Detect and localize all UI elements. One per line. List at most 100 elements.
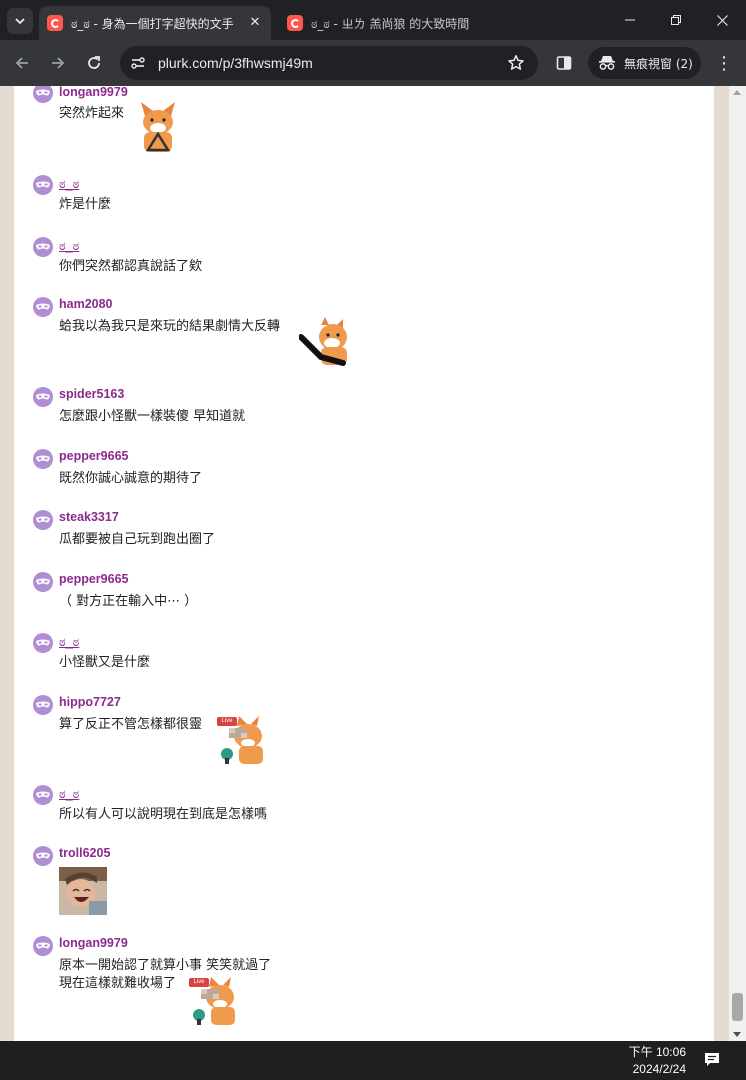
live-badge: Live xyxy=(189,978,209,987)
response-text: 你們突然都認真說話了欸 xyxy=(59,259,203,274)
response-username[interactable]: longan9979 xyxy=(59,86,128,100)
plurk-mask-icon xyxy=(36,89,50,96)
response-username[interactable]: steak3317 xyxy=(59,510,119,525)
response-username[interactable]: ham2080 xyxy=(59,297,113,312)
avatar[interactable] xyxy=(33,510,53,530)
clock-time: 下午 10:06 xyxy=(628,1045,686,1059)
plurk-mask-icon xyxy=(36,516,50,523)
plurk-mask-icon xyxy=(36,303,50,310)
close-icon xyxy=(716,14,728,26)
response-text-line2: 現在這樣就難收場了 xyxy=(59,976,177,991)
tab-inactive[interactable]: ಠ_ಠ - ㄓㄌ 羔尚狼 的大致時間 xyxy=(279,6,511,40)
tab-strip: ಠ_ಠ - 身為一個打字超快的文手 ✕ ಠ_ಠ - ㄓㄌ 羔尚狼 的大致時間 xyxy=(0,0,746,40)
tab-title: ಠ_ಠ - ㄓㄌ 羔尚狼 的大致時間 xyxy=(311,16,470,31)
plurk-mask-icon xyxy=(36,243,50,250)
response-username[interactable]: hippo7727 xyxy=(59,695,121,710)
avatar[interactable] xyxy=(33,785,53,805)
forward-button[interactable] xyxy=(44,49,72,77)
minimize-button[interactable] xyxy=(607,0,653,40)
laughing-photo[interactable] xyxy=(59,867,107,919)
plurk-mask-icon xyxy=(36,181,50,188)
plurk-favicon-icon xyxy=(287,15,303,31)
address-bar[interactable]: plurk.com/p/3fhwsmj49m xyxy=(120,46,538,80)
response-text: 炸是什麼 xyxy=(59,197,112,212)
avatar[interactable] xyxy=(33,297,53,317)
live-badge: Live xyxy=(217,717,237,726)
scrollbar-thumb[interactable] xyxy=(732,993,743,1021)
side-panel-button[interactable] xyxy=(552,52,576,74)
tab-active[interactable]: ಠ_ಠ - 身為一個打字超快的文手 ✕ xyxy=(39,6,271,40)
response-username[interactable]: ಠ_ಠ xyxy=(59,787,79,802)
system-clock[interactable]: 下午 10:06 2024/2/24 xyxy=(629,1044,686,1078)
restore-icon xyxy=(671,15,681,25)
site-info-icon[interactable] xyxy=(126,51,150,75)
page-viewport: longan9979 突然炸起來 ಠ_ಠ 炸是什麼 ಠ_ಠ 你們突然都認真說話了… xyxy=(0,86,746,1041)
response-username[interactable]: spider5163 xyxy=(59,387,124,402)
response-username[interactable]: ಠ_ಠ xyxy=(59,635,79,650)
plurk-mask-icon xyxy=(36,393,50,400)
response-text: （ 對方正在輸入中⋯ ） xyxy=(59,594,198,609)
page-scrollbar[interactable] xyxy=(729,86,746,1041)
avatar[interactable] xyxy=(33,237,53,257)
avatar[interactable] xyxy=(33,175,53,195)
close-window-button[interactable] xyxy=(699,0,745,40)
response-username[interactable]: pepper9665 xyxy=(59,449,128,464)
plurk-mask-icon xyxy=(36,455,50,462)
avatar[interactable] xyxy=(33,695,53,715)
bookmark-star-icon[interactable] xyxy=(502,49,530,77)
reload-button[interactable] xyxy=(80,49,108,77)
response-username[interactable]: longan9979 xyxy=(59,936,128,951)
url-text[interactable]: plurk.com/p/3fhwsmj49m xyxy=(158,55,502,71)
browser-menu-button[interactable]: ⋮ xyxy=(710,49,738,77)
response-text: 小怪獸又是什麼 xyxy=(59,655,151,670)
notification-icon[interactable] xyxy=(704,1052,720,1068)
plurk-mask-icon xyxy=(36,942,50,949)
plurk-mask-icon xyxy=(36,578,50,585)
response-text: 怎麼跟小怪獸一樣裝傻 早知道就 xyxy=(59,409,246,424)
plurk-mask-icon xyxy=(36,701,50,708)
tab-close-icon[interactable]: ✕ xyxy=(247,15,263,31)
fox-wave-sticker xyxy=(298,317,349,373)
response-text: 突然炸起來 xyxy=(59,106,125,121)
response-text: 所以有人可以說明現在到底是怎樣嗎 xyxy=(59,807,268,822)
response-username[interactable]: pepper9665 xyxy=(59,572,128,587)
windows-taskbar: 下午 10:06 2024/2/24 xyxy=(0,1041,746,1080)
scroll-down-arrow-icon[interactable] xyxy=(733,1032,741,1037)
plurk-mask-icon xyxy=(36,639,50,646)
avatar[interactable] xyxy=(33,936,53,956)
side-panel-icon xyxy=(556,56,572,70)
back-button[interactable] xyxy=(8,49,36,77)
fox-triangle-sticker xyxy=(135,102,181,158)
response-text: 既然你誠心誠意的期待了 xyxy=(59,471,203,486)
response-text: 蛤我以為我只是來玩的結果劇情大反轉 xyxy=(59,319,281,334)
avatar[interactable] xyxy=(33,387,53,407)
response-text: 算了反正不管怎樣都很靈 xyxy=(59,717,203,732)
response-text: 原本一開始認了就算小事 笑笑就過了 xyxy=(59,958,272,973)
tab-title: ಠ_ಠ - 身為一個打字超快的文手 xyxy=(71,16,234,31)
scroll-up-arrow-icon[interactable] xyxy=(733,90,741,95)
minimize-icon xyxy=(625,19,635,21)
restore-button[interactable] xyxy=(653,0,699,40)
avatar[interactable] xyxy=(33,846,53,866)
plurk-favicon-icon xyxy=(47,15,63,31)
clock-date: 2024/2/24 xyxy=(632,1062,686,1076)
tab-search-button[interactable] xyxy=(7,8,33,34)
chevron-down-icon xyxy=(15,18,25,25)
arrow-left-icon xyxy=(15,57,28,69)
avatar[interactable] xyxy=(33,86,53,103)
incognito-indicator[interactable]: 無痕視窗 (2) xyxy=(588,47,701,79)
response-username[interactable]: troll6205 xyxy=(59,846,110,861)
plurk-mask-icon xyxy=(36,791,50,798)
browser-toolbar: plurk.com/p/3fhwsmj49m 無痕視窗 (2) ⋮ xyxy=(0,40,746,86)
reload-icon xyxy=(88,56,100,69)
arrow-right-icon xyxy=(52,57,65,69)
plurk-mask-icon xyxy=(36,852,50,859)
incognito-label: 無痕視窗 (2) xyxy=(624,56,693,71)
avatar[interactable] xyxy=(33,572,53,592)
avatar[interactable] xyxy=(33,633,53,653)
avatar[interactable] xyxy=(33,449,53,469)
response-username[interactable]: ಠ_ಠ xyxy=(59,239,79,254)
response-username[interactable]: ಠ_ಠ xyxy=(59,177,79,192)
response-list: longan9979 突然炸起來 ಠ_ಠ 炸是什麼 ಠ_ಠ 你們突然都認真說話了… xyxy=(14,86,714,1041)
response-text: 瓜都要被自己玩到跑出圈了 xyxy=(59,532,216,547)
